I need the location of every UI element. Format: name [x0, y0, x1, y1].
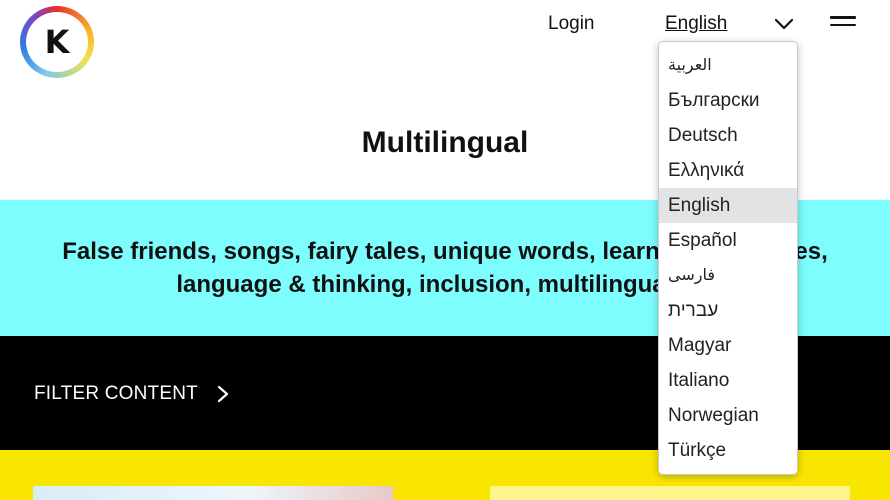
language-selector[interactable]: English — [665, 13, 727, 35]
language-option[interactable]: Norwegian — [659, 398, 797, 433]
language-dropdown[interactable]: العربية Български Deutsch Ελληνικά Engli… — [658, 41, 798, 475]
language-option[interactable]: Magyar — [659, 328, 797, 363]
language-option[interactable]: فارسی — [659, 258, 797, 293]
hamburger-menu-icon[interactable] — [830, 16, 856, 32]
language-option[interactable]: Deutsch — [659, 118, 797, 153]
chevron-right-icon[interactable] — [216, 384, 230, 404]
filter-content-button[interactable]: FILTER CONTENT — [34, 383, 198, 405]
language-option[interactable]: Italiano — [659, 363, 797, 398]
logo-letter: K — [26, 12, 88, 72]
language-option[interactable]: Español — [659, 223, 797, 258]
content-card[interactable] — [33, 486, 393, 500]
language-option[interactable]: Ελληνικά — [659, 153, 797, 188]
logo-k-icon[interactable]: K — [20, 6, 94, 78]
content-card[interactable] — [490, 486, 850, 500]
login-link[interactable]: Login — [548, 13, 595, 35]
language-option[interactable]: Български — [659, 83, 797, 118]
chevron-down-icon[interactable] — [773, 16, 795, 32]
language-option[interactable]: العربية — [659, 48, 797, 83]
language-option-selected[interactable]: English — [659, 188, 797, 223]
language-option[interactable]: Türkçe — [659, 433, 797, 468]
language-option[interactable]: עברית — [659, 293, 797, 328]
